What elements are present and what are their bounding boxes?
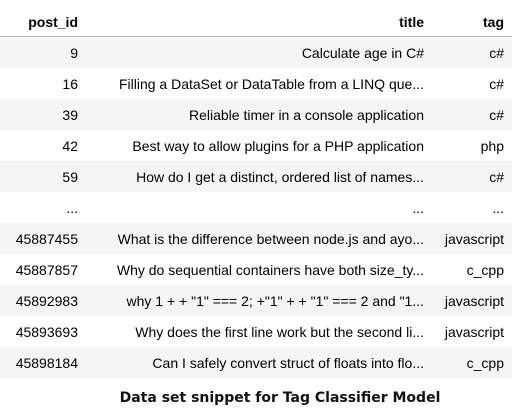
table-row: 16 Filling a DataSet or DataTable from a… (0, 68, 512, 99)
cell-post-id: 9 (0, 36, 86, 68)
table-row: 45893693 Why does the first line work bu… (0, 316, 512, 347)
table-row: 45887857 Why do sequential containers ha… (0, 254, 512, 285)
column-header-title: title (86, 8, 432, 37)
cell-post-id: 45887857 (0, 254, 86, 285)
table-row: 39 Reliable timer in a console applicati… (0, 99, 512, 130)
cell-title: Why do sequential containers have both s… (86, 254, 432, 285)
cell-title: Why does the first line work but the sec… (86, 316, 432, 347)
cell-post-id: ... (0, 192, 86, 223)
table-row: 9 Calculate age in C# c# (0, 36, 512, 68)
cell-post-id: 45893693 (0, 316, 86, 347)
cell-post-id: 16 (0, 68, 86, 99)
figure-caption: Data set snippet for Tag Classifier Mode… (119, 390, 441, 406)
cell-tag: ... (432, 192, 512, 223)
cell-title: Can I safely convert struct of floats in… (86, 347, 432, 378)
cell-post-id: 45887455 (0, 223, 86, 254)
column-header-tag: tag (432, 8, 512, 37)
cell-tag: c# (432, 36, 512, 68)
cell-title: Reliable timer in a console application (86, 99, 432, 130)
table-row: 45898184 Can I safely convert struct of … (0, 347, 512, 378)
cell-title: why 1 + + "1" === 2; +"1" + + "1" === 2 … (86, 285, 432, 316)
table-row-ellipsis: ... ... ... (0, 192, 512, 223)
cell-tag: c# (432, 99, 512, 130)
table-row: 59 How do I get a distinct, ordered list… (0, 161, 512, 192)
cell-tag: javascript (432, 223, 512, 254)
data-table: post_id title tag 9 Calculate age in C# … (0, 8, 512, 378)
cell-title: Best way to allow plugins for a PHP appl… (86, 130, 432, 161)
column-header-post-id: post_id (0, 8, 86, 37)
table-row: 45887455 What is the difference between … (0, 223, 512, 254)
cell-title: What is the difference between node.js a… (86, 223, 432, 254)
cell-tag: c# (432, 68, 512, 99)
cell-title: ... (86, 192, 432, 223)
cell-post-id: 42 (0, 130, 86, 161)
cell-post-id: 59 (0, 161, 86, 192)
table-row: 42 Best way to allow plugins for a PHP a… (0, 130, 512, 161)
cell-tag: javascript (432, 316, 512, 347)
cell-title: Calculate age in C# (86, 36, 432, 68)
table-row: 45892983 why 1 + + "1" === 2; +"1" + + "… (0, 285, 512, 316)
header-row: post_id title tag (0, 8, 512, 37)
cell-tag: c_cpp (432, 254, 512, 285)
cell-title: How do I get a distinct, ordered list of… (86, 161, 432, 192)
cell-title: Filling a DataSet or DataTable from a LI… (86, 68, 432, 99)
cell-tag: javascript (432, 285, 512, 316)
cell-post-id: 39 (0, 99, 86, 130)
data-table-container: post_id title tag 9 Calculate age in C# … (0, 8, 524, 378)
cell-tag: c# (432, 161, 512, 192)
cell-post-id: 45898184 (0, 347, 86, 378)
cell-post-id: 45892983 (0, 285, 86, 316)
cell-tag: c_cpp (432, 347, 512, 378)
cell-tag: php (432, 130, 512, 161)
